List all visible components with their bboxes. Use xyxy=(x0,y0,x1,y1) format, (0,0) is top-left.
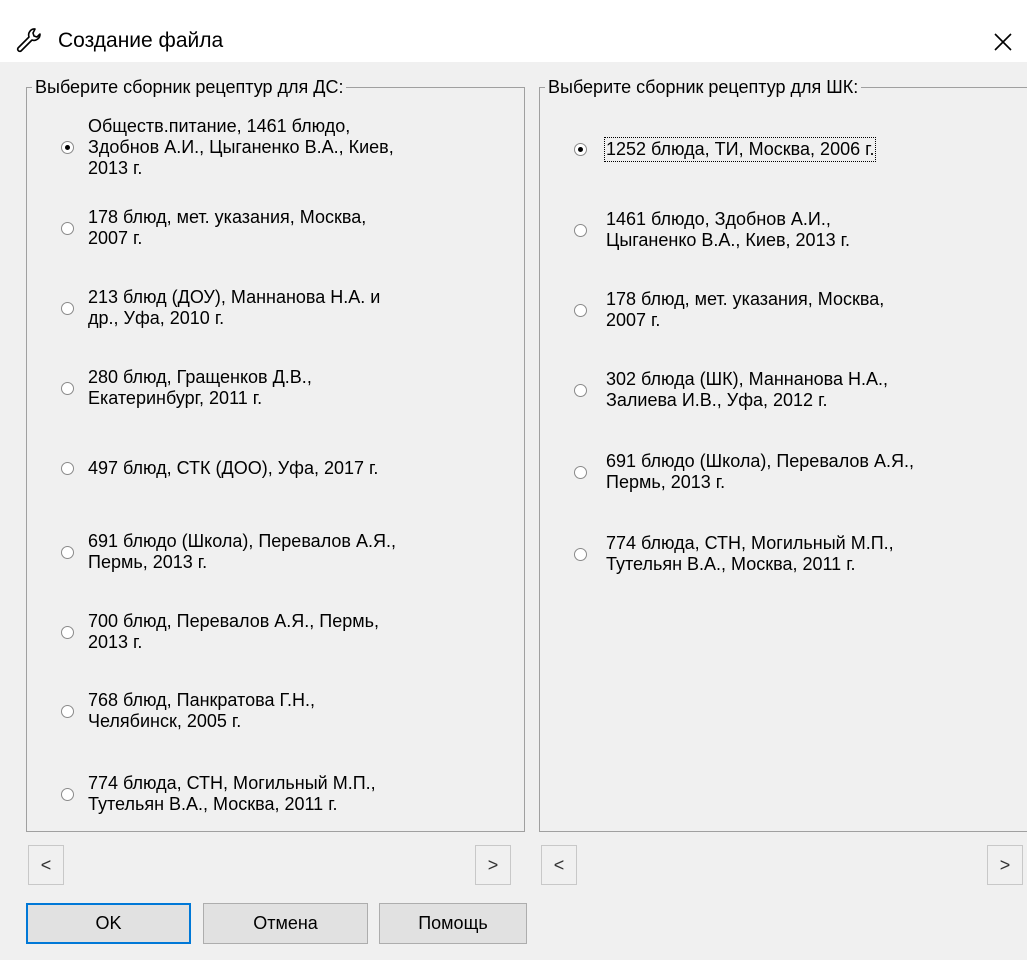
radio-checked[interactable] xyxy=(574,143,587,156)
option-label-line: 497 блюд, СТК (ДОО), Уфа, 2017 г. xyxy=(88,457,379,478)
option-label-line: 302 блюда (ШК), Маннанова Н.А., xyxy=(606,369,889,389)
title-bar: Создание файла xyxy=(0,0,1027,62)
option-label-line: Екатеринбург, 2011 г. xyxy=(88,388,263,408)
option-label: 213 блюд (ДОУ), Маннанова Н.А. и др., Уфа… xyxy=(88,287,380,329)
option-label-line: Тутельян В.А., Москва, 2011 г. xyxy=(606,554,856,574)
chevron-left-icon: < xyxy=(40,854,52,875)
option-label: 497 блюд, СТК (ДОО), Уфа, 2017 г. xyxy=(88,458,378,479)
option-label-line: 691 блюдо (Школа), Перевалов А.Я., xyxy=(88,531,396,551)
option-label: 302 блюда (ШК), Маннанова Н.А., Залиева И… xyxy=(606,369,888,411)
option-label-line: Здобнов А.И., Цыганенко В.А., Киев, xyxy=(88,136,394,157)
option-label: 691 блюдо (Школа), Перевалов А.Я., Пермь,… xyxy=(606,451,914,493)
option-label-line: 2007 г. xyxy=(606,310,661,330)
left-recipe-group: Выберите сборник рецептур для ДС: Общест… xyxy=(26,76,525,832)
radio-unchecked[interactable] xyxy=(574,548,587,561)
option-label: 700 блюд, Перевалов А.Я., Пермь, 2013 г. xyxy=(88,611,379,653)
option-label-line: Обществ.питание, 1461 блюдо, xyxy=(88,115,351,136)
help-button[interactable]: Помощь xyxy=(379,903,527,944)
option-label: 178 блюд, мет. указания, Москва, 2007 г. xyxy=(88,207,366,249)
option-label-line: 1461 блюдо, Здобнов А.И., xyxy=(606,209,831,229)
option-label-line: 178 блюд, мет. указания, Москва, xyxy=(88,207,367,227)
option-label-line: 768 блюд, Панкратова Г.Н., xyxy=(88,690,316,710)
option-label-line: 2013 г. xyxy=(88,632,143,652)
option-label-line: Пермь, 2013 г. xyxy=(606,472,726,492)
radio-unchecked[interactable] xyxy=(574,466,587,479)
scroll-left-button[interactable]: < xyxy=(541,845,577,885)
chevron-right-icon: > xyxy=(487,854,499,875)
close-button[interactable] xyxy=(985,24,1021,60)
radio-unchecked[interactable] xyxy=(574,224,587,237)
option-label-line: Залиева И.В., Уфа, 2012 г. xyxy=(606,390,828,410)
option-label-line: Цыганенко В.А., Киев, 2013 г. xyxy=(606,230,850,250)
option-label-line: Пермь, 2013 г. xyxy=(88,552,208,572)
option-label: Обществ.питание, 1461 блюдо, Здобнов А.И.… xyxy=(88,116,394,179)
option-label: 1252 блюда, ТИ, Москва, 2006 г. xyxy=(603,136,877,162)
scroll-right-button[interactable]: > xyxy=(475,845,511,885)
wrench-icon xyxy=(16,28,41,53)
chevron-right-icon: > xyxy=(999,854,1011,875)
radio-unchecked[interactable] xyxy=(574,384,587,397)
right-group-legend: Выберите сборник рецептур для ШК: xyxy=(545,76,862,98)
option-label-line: 700 блюд, Перевалов А.Я., Пермь, xyxy=(88,611,379,631)
option-label: 1461 блюдо, Здобнов А.И., Цыганенко В.А.,… xyxy=(606,209,850,251)
option-label-line: 213 блюд (ДОУ), Маннанова Н.А. и xyxy=(88,287,381,307)
option-label-line: Тутельян В.А., Москва, 2011 г. xyxy=(88,794,338,814)
option-label: 774 блюда, СТН, Могильный М.П., Тутельян … xyxy=(88,773,376,815)
radio-unchecked[interactable] xyxy=(61,788,74,801)
option-label-line: 2007 г. xyxy=(88,228,143,248)
option-label: 774 блюда, СТН, Могильный М.П., Тутельян … xyxy=(606,533,894,575)
radio-unchecked[interactable] xyxy=(61,626,74,639)
option-label: 691 блюдо (Школа), Перевалов А.Я., Пермь,… xyxy=(88,531,396,573)
option-label-line: 691 блюдо (Школа), Перевалов А.Я., xyxy=(606,451,914,471)
radio-unchecked[interactable] xyxy=(61,302,74,315)
help-button-label: Помощь xyxy=(418,913,488,933)
option-label-line: 774 блюда, СТН, Могильный М.П., xyxy=(88,773,376,793)
left-horizontal-scrollbar[interactable]: < > xyxy=(26,845,525,885)
option-label: 768 блюд, Панкратова Г.Н., Челябинск, 200… xyxy=(88,690,315,732)
cancel-button[interactable]: Отмена xyxy=(203,903,368,944)
ok-button[interactable]: OK xyxy=(26,903,191,944)
cancel-button-label: Отмена xyxy=(253,913,318,933)
left-group-legend: Выберите сборник рецептур для ДС: xyxy=(32,76,347,98)
right-horizontal-scrollbar[interactable]: < > xyxy=(539,845,1027,885)
scroll-right-button[interactable]: > xyxy=(987,845,1023,885)
option-label-line: 178 блюд, мет. указания, Москва, xyxy=(606,289,885,309)
close-icon xyxy=(994,33,1012,51)
radio-checked[interactable] xyxy=(61,141,74,154)
option-label-line: 280 блюд, Гращенков Д.В., xyxy=(88,367,312,387)
radio-dot-icon xyxy=(65,145,70,150)
radio-unchecked[interactable] xyxy=(61,705,74,718)
radio-unchecked[interactable] xyxy=(61,546,74,559)
right-recipe-group: Выберите сборник рецептур для ШК: 1252 б… xyxy=(539,76,1027,832)
radio-unchecked[interactable] xyxy=(574,304,587,317)
window-title: Создание файла xyxy=(58,29,224,52)
option-label-line: 774 блюда, СТН, Могильный М.П., xyxy=(606,533,894,553)
option-label-line: 1252 блюда, ТИ, Москва, 2006 г. xyxy=(606,138,875,159)
radio-unchecked[interactable] xyxy=(61,222,74,235)
option-label-line: др., Уфа, 2010 г. xyxy=(88,308,225,328)
scroll-left-button[interactable]: < xyxy=(28,845,64,885)
option-label-line: Челябинск, 2005 г. xyxy=(88,711,242,731)
radio-unchecked[interactable] xyxy=(61,462,74,475)
option-label-line: 2013 г. xyxy=(88,157,143,178)
chevron-left-icon: < xyxy=(553,854,565,875)
radio-dot-icon xyxy=(578,147,583,152)
ok-button-label: OK xyxy=(95,913,122,933)
radio-unchecked[interactable] xyxy=(61,382,74,395)
option-label: 280 блюд, Гращенков Д.В., Екатеринбург, 2… xyxy=(88,367,312,409)
option-label: 178 блюд, мет. указания, Москва, 2007 г. xyxy=(606,289,884,331)
